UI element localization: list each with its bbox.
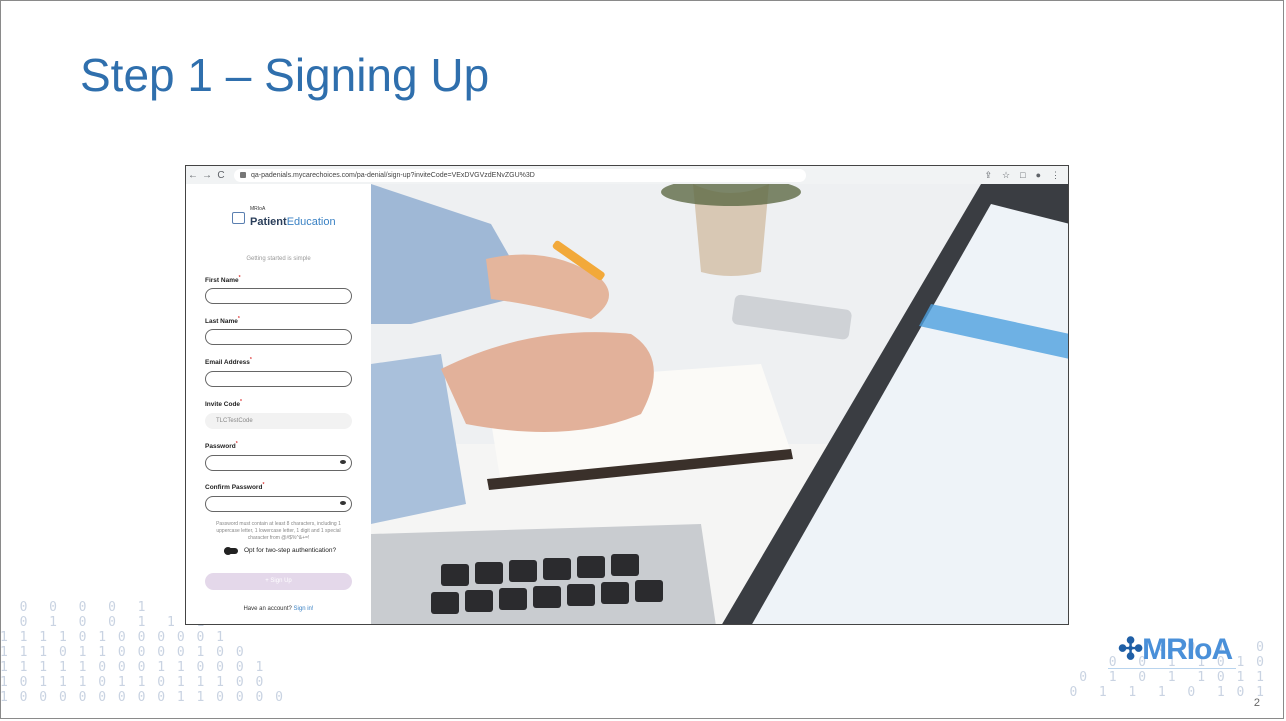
lock-icon <box>240 172 246 178</box>
have-account-line: Have an account? Sign in! <box>243 606 314 612</box>
back-icon[interactable]: ← <box>186 170 200 181</box>
star-icon[interactable]: ☆ <box>1002 170 1010 181</box>
url-text: qa-padenials.mycarechoices.com/pa-denial… <box>251 171 535 179</box>
two-step-toggle[interactable] <box>224 547 238 555</box>
menu-icon[interactable]: ⋮ <box>1051 170 1060 181</box>
password-hint: Password must contain at least 8 charact… <box>216 521 341 541</box>
brand-name-bold: Patient <box>250 216 287 228</box>
slide-title: Step 1 – Signing Up <box>80 49 490 101</box>
confirm-password-label: Confirm Password* <box>205 482 265 492</box>
reload-icon[interactable]: C <box>214 170 228 181</box>
page-number: 2 <box>1253 697 1260 709</box>
logo-underline <box>1108 668 1236 669</box>
mrioa-logo: ✣MRIoA <box>1118 633 1233 666</box>
invite-code-input: TLCTestCode <box>205 413 352 429</box>
monitor-icon <box>232 212 245 224</box>
address-bar[interactable]: qa-padenials.mycarechoices.com/pa-denial… <box>234 168 806 182</box>
hero-photo <box>371 184 1068 624</box>
password-input[interactable] <box>205 455 352 471</box>
signup-form: MRIoA PatientEducation Getting started i… <box>186 184 371 624</box>
password-label: Password* <box>205 441 238 451</box>
profile-icon[interactable]: ● <box>1036 170 1041 181</box>
email-input[interactable] <box>205 371 352 387</box>
invite-code-label: Invite Code* <box>205 399 242 409</box>
tagline: Getting started is simple <box>246 256 311 262</box>
patient-education-logo: MRIoA PatientEducation <box>232 206 336 230</box>
sign-up-button[interactable]: + Sign Up <box>205 573 352 590</box>
email-label: Email Address* <box>205 357 252 367</box>
two-step-label: Opt for two-step authentication? <box>244 547 337 554</box>
sign-in-link[interactable]: Sign in! <box>294 606 314 612</box>
forward-icon[interactable]: → <box>200 170 214 181</box>
browser-toolbar: ← → C qa-padenials.mycarechoices.com/pa-… <box>186 166 1068 185</box>
first-name-label: First Name* <box>205 275 241 285</box>
first-name-input[interactable] <box>205 288 352 304</box>
signup-screenshot: ← → C qa-padenials.mycarechoices.com/pa-… <box>185 165 1069 625</box>
brand-small-text: MRIoA <box>250 206 266 212</box>
brand-name-light: Education <box>286 216 336 228</box>
eye-icon[interactable] <box>340 460 346 464</box>
confirm-password-input[interactable] <box>205 496 352 512</box>
share-icon[interactable]: ⇪ <box>985 170 993 181</box>
sidebar-icon[interactable]: □ <box>1020 170 1025 181</box>
last-name-input[interactable] <box>205 329 352 345</box>
last-name-label: Last Name* <box>205 316 240 326</box>
desk-photo-illustration <box>371 184 1068 624</box>
eye-icon[interactable] <box>340 501 346 505</box>
